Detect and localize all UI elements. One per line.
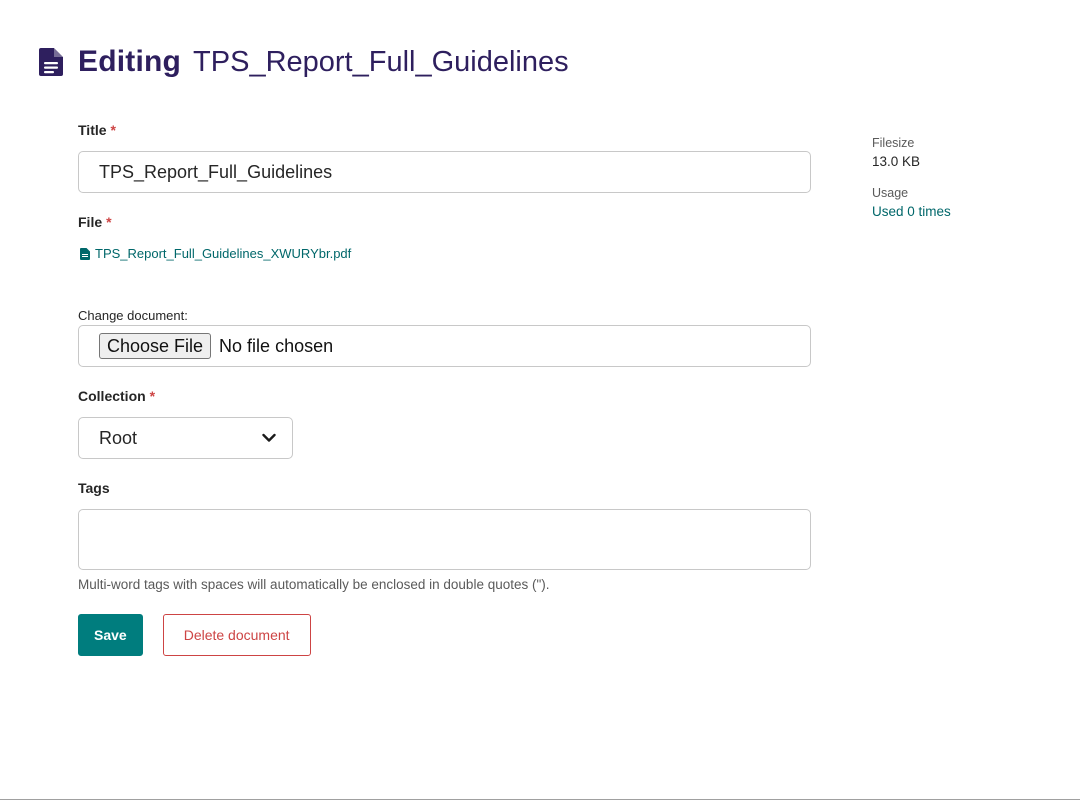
file-label-text: File bbox=[78, 214, 103, 230]
tags-input[interactable] bbox=[78, 509, 811, 570]
collection-selected-value: Root bbox=[99, 427, 138, 448]
file-required-mark: * bbox=[106, 214, 112, 230]
collection-label: Collection * bbox=[78, 388, 155, 404]
save-button[interactable]: Save bbox=[78, 614, 143, 656]
usage-link[interactable]: Used 0 times bbox=[872, 204, 1062, 219]
filesize-value: 13.0 KB bbox=[872, 154, 921, 169]
tags-label-text: Tags bbox=[78, 480, 110, 496]
page-title-prefix: Editing bbox=[78, 45, 182, 78]
file-chosen-status: No file chosen bbox=[219, 335, 334, 356]
collection-required-mark: * bbox=[149, 388, 156, 404]
title-input[interactable]: TPS_Report_Full_Guidelines bbox=[78, 151, 811, 193]
collection-select[interactable]: Root bbox=[78, 417, 293, 459]
change-document-input[interactable]: Choose File No file chosen bbox=[78, 325, 811, 367]
current-file-name: TPS_Report_Full_Guidelines_XWURYbr.pdf bbox=[95, 246, 352, 261]
document-icon bbox=[39, 48, 63, 76]
title-label: Title * bbox=[78, 122, 116, 138]
choose-file-button[interactable]: Choose File bbox=[99, 333, 212, 359]
file-label: File * bbox=[78, 214, 112, 230]
delete-document-button[interactable]: Delete document bbox=[162, 614, 311, 656]
page-header: Editing TPS_Report_Full_Guidelines bbox=[38, 40, 569, 84]
document-meta-sidebar: Filesize 13.0 KB Usage Used 0 times bbox=[872, 136, 1062, 219]
form-actions: Save Delete document bbox=[78, 614, 311, 656]
title-label-text: Title bbox=[78, 122, 107, 138]
file-icon bbox=[80, 247, 90, 260]
usage-label: Usage bbox=[872, 186, 909, 200]
title-input-value: TPS_Report_Full_Guidelines bbox=[99, 161, 333, 182]
tags-label: Tags bbox=[78, 480, 110, 496]
current-file-link[interactable]: TPS_Report_Full_Guidelines_XWURYbr.pdf bbox=[80, 246, 351, 261]
chevron-down-icon bbox=[262, 433, 276, 442]
filesize-label: Filesize bbox=[872, 136, 915, 150]
tags-help-text: Multi-word tags with spaces will automat… bbox=[78, 577, 550, 592]
page-title-document-name: TPS_Report_Full_Guidelines bbox=[193, 45, 569, 78]
change-document-label: Change document: bbox=[78, 308, 188, 323]
title-required-mark: * bbox=[110, 122, 116, 138]
collection-label-text: Collection bbox=[78, 388, 146, 404]
